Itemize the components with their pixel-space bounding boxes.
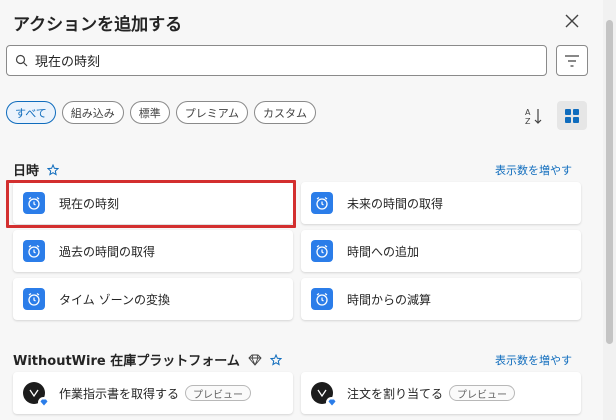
premium-diamond-icon — [248, 354, 262, 366]
section-title-text: WithoutWire 在庫プラットフォーム — [13, 354, 240, 369]
action-card-convert-timezone[interactable]: タイム ゾーンの変換 — [13, 278, 293, 320]
withoutwire-logo-icon — [311, 382, 337, 408]
grid-view-button[interactable] — [557, 101, 587, 130]
action-card-get-work-order[interactable]: 作業指示書を取得する プレビュー — [13, 372, 293, 414]
clock-icon — [23, 192, 45, 214]
chip-custom[interactable]: カスタム — [254, 101, 317, 124]
action-label: 作業指示書を取得する — [59, 386, 180, 401]
close-button[interactable] — [561, 10, 583, 32]
clock-icon — [311, 240, 333, 262]
preview-badge: プレビュー — [449, 385, 516, 401]
action-card-add-to-time[interactable]: 時間への追加 — [301, 230, 581, 272]
action-label: 未来の時間の取得 — [347, 196, 444, 211]
show-more-link-withoutwire[interactable]: 表示数を増やす — [495, 352, 572, 368]
clock-icon — [23, 288, 45, 310]
clock-icon — [23, 240, 45, 262]
action-card-current-time[interactable]: 現在の時刻 — [13, 182, 293, 224]
preview-badge: プレビュー — [185, 385, 252, 401]
category-chips: すべて 組み込み 標準 プレミアム カスタム — [6, 101, 317, 124]
action-label: 注文を割り当てる — [347, 386, 444, 401]
scrollbar-thumb[interactable] — [606, 20, 613, 344]
chip-standard[interactable]: 標準 — [129, 101, 170, 124]
vertical-scrollbar[interactable] — [603, 0, 616, 420]
action-card-subtract-from-time[interactable]: 時間からの減算 — [301, 278, 581, 320]
svg-text:Z: Z — [525, 117, 531, 126]
chip-all[interactable]: すべて — [6, 101, 56, 124]
premium-diamond-icon — [38, 397, 49, 408]
section-title-withoutwire: WithoutWire 在庫プラットフォーム — [13, 350, 282, 369]
star-icon[interactable] — [47, 163, 60, 176]
action-card-past-time[interactable]: 過去の時間の取得 — [13, 230, 293, 272]
action-card-future-time[interactable]: 未来の時間の取得 — [301, 182, 581, 224]
search-input[interactable] — [35, 53, 525, 68]
chip-builtin[interactable]: 組み込み — [61, 101, 124, 124]
clock-icon — [311, 192, 333, 214]
sort-button[interactable]: A Z — [522, 104, 546, 128]
filter-button[interactable] — [556, 45, 588, 76]
section-title-datetime: 日時 — [13, 160, 60, 179]
grid-view-icon — [565, 108, 579, 123]
search-icon — [7, 54, 35, 67]
panel-title: アクションを追加する — [13, 15, 183, 35]
section-title-text: 日時 — [13, 164, 40, 179]
search-box[interactable] — [6, 45, 547, 76]
action-label: タイム ゾーンの変換 — [59, 292, 170, 307]
show-more-link-datetime[interactable]: 表示数を増やす — [495, 162, 572, 178]
chip-premium[interactable]: プレミアム — [175, 101, 249, 124]
svg-text:A: A — [525, 108, 531, 117]
clock-icon — [311, 288, 333, 310]
action-label: 時間への追加 — [347, 244, 420, 259]
filter-icon — [565, 54, 579, 67]
action-label: 過去の時間の取得 — [59, 244, 156, 259]
action-label: 現在の時刻 — [59, 196, 120, 211]
star-icon[interactable] — [269, 353, 282, 366]
action-card-assign-order[interactable]: 注文を割り当てる プレビュー — [301, 372, 581, 414]
withoutwire-logo-icon — [23, 382, 49, 408]
action-label: 時間からの減算 — [347, 292, 432, 307]
premium-diamond-icon — [326, 397, 337, 408]
close-icon — [565, 14, 579, 28]
sort-az-icon: A Z — [525, 108, 542, 126]
add-action-panel: アクションを追加する すべて 組み込み 標準 プレミアム カスタム A Z 日時 — [0, 0, 603, 420]
